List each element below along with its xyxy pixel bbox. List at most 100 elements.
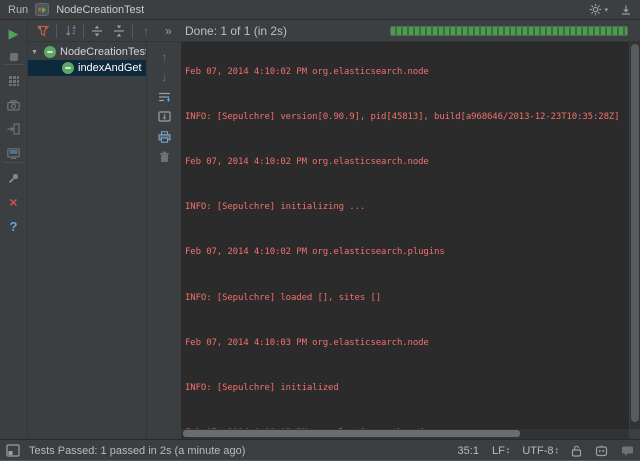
sort-az-icon: ↓ a z bbox=[64, 22, 75, 40]
collapse-all-icon bbox=[113, 25, 125, 37]
toolbar-separator bbox=[4, 64, 23, 65]
test-passed-icon bbox=[62, 62, 74, 74]
soft-wrap-button[interactable] bbox=[148, 88, 181, 106]
selector-down-arrow: ▾ bbox=[507, 451, 510, 455]
console-log-line: Feb 07, 2014 4:10:02 PM org.elasticsearc… bbox=[185, 247, 628, 258]
toolbar-separator bbox=[56, 24, 57, 38]
caret-position-widget[interactable]: 35:1 bbox=[458, 445, 479, 457]
console-log-line: Feb 07, 2014 4:10:02 PM org.elasticsearc… bbox=[185, 67, 628, 78]
console-log-line: INFO: [Sepulchre] loaded [], sites [] bbox=[185, 293, 628, 304]
lock-icon[interactable] bbox=[571, 445, 582, 457]
pin-tab-button[interactable] bbox=[0, 168, 27, 188]
close-icon: × bbox=[9, 195, 17, 209]
stop-icon bbox=[8, 51, 20, 63]
selector-arrows-icon: ▴ ▾ bbox=[555, 447, 558, 455]
monitor-icon bbox=[7, 148, 20, 159]
vertical-scrollbar-thumb[interactable] bbox=[631, 44, 639, 422]
console-horizontal-scrollbar[interactable] bbox=[181, 429, 629, 439]
expand-arrow-icon[interactable]: ▼ bbox=[31, 49, 44, 56]
run-tab-label[interactable]: Run bbox=[8, 4, 28, 16]
chevron-double-right-icon: » bbox=[165, 25, 171, 37]
thread-dump-button[interactable] bbox=[0, 95, 27, 115]
up-arrow-icon: ↑ bbox=[162, 51, 168, 63]
toolwindow-settings-button[interactable]: ▾ bbox=[589, 3, 608, 16]
printer-icon bbox=[158, 131, 171, 143]
toolwindow-toggle-icon[interactable] bbox=[6, 444, 20, 457]
run-configuration-icon bbox=[35, 3, 49, 16]
pin-icon bbox=[8, 172, 20, 184]
scroll-to-end-button[interactable] bbox=[148, 108, 181, 126]
test-status-text: Done: 1 of 1 (in 2s) bbox=[185, 24, 287, 38]
expand-all-button[interactable] bbox=[86, 21, 108, 41]
line-separator-widget[interactable]: LF ▴ ▾ bbox=[492, 445, 509, 457]
console-log-line: Feb 07, 2014 4:10:02 PM org.elasticsearc… bbox=[185, 157, 628, 168]
console-log-line: Feb 07, 2014 4:10:03 PM org.elasticsearc… bbox=[185, 338, 628, 349]
help-button[interactable]: ? bbox=[0, 216, 27, 236]
expand-all-icon bbox=[91, 25, 103, 37]
encoding-value: UTF-8 bbox=[522, 445, 553, 457]
up-stacktrace-button[interactable]: ↑ bbox=[148, 48, 181, 66]
sort-down-arrow: ↓ bbox=[64, 22, 72, 40]
run-config-name: NodeCreationTest bbox=[56, 4, 144, 16]
help-icon: ? bbox=[10, 220, 18, 233]
test-tree-item[interactable]: ▼ NodeCreationTest (d bbox=[28, 44, 146, 60]
grid-icon bbox=[8, 75, 20, 87]
gear-icon bbox=[589, 3, 602, 16]
encoding-widget[interactable]: UTF-8 ▴ ▾ bbox=[522, 445, 558, 457]
close-button[interactable]: × bbox=[0, 192, 27, 212]
console-log-line: INFO: [Sepulchre] initialized bbox=[185, 383, 628, 394]
selector-down-arrow: ▾ bbox=[555, 451, 558, 455]
console-log-line: INFO: [Sepulchre] initializing ... bbox=[185, 202, 628, 213]
status-bar: Tests Passed: 1 passed in 2s (a minute a… bbox=[0, 439, 640, 461]
test-passed-icon bbox=[44, 46, 56, 58]
test-name-label: NodeCreationTest bbox=[60, 46, 147, 58]
filter-funnel-icon bbox=[37, 25, 49, 37]
down-stacktrace-button[interactable]: ↓ bbox=[148, 68, 181, 86]
console-output-panel[interactable]: Feb 07, 2014 4:10:02 PM org.elasticsearc… bbox=[181, 42, 640, 439]
test-name-label: indexAndGet bbox=[78, 62, 142, 74]
notification-bubble-icon[interactable] bbox=[621, 445, 634, 457]
up-arrow-icon: ↑ bbox=[143, 25, 149, 37]
test-tree-panel[interactable]: ▼ NodeCreationTest (d indexAndGet bbox=[28, 42, 147, 439]
restore-layout-button[interactable] bbox=[0, 143, 27, 163]
soft-wrap-icon bbox=[158, 91, 171, 103]
scroll-to-end-icon bbox=[158, 111, 171, 123]
sort-letter-z: z bbox=[72, 31, 75, 36]
line-separator-value: LF bbox=[492, 445, 505, 457]
collapse-all-button[interactable] bbox=[108, 21, 130, 41]
gear-dropdown-arrow-icon: ▾ bbox=[604, 6, 608, 14]
console-log-line: INFO: [Sepulchre] version[0.90.9], pid[4… bbox=[185, 112, 628, 123]
sort-alphabetically-button[interactable]: ↓ a z bbox=[59, 21, 81, 41]
toolbar-separator bbox=[4, 162, 23, 163]
print-button[interactable] bbox=[148, 128, 181, 146]
hector-inspector-icon[interactable] bbox=[595, 445, 608, 457]
trash-icon bbox=[159, 151, 170, 163]
test-runner-toolbar: ↓ a z ↑ » Done: 1 of 1 (in 2s) bbox=[28, 20, 640, 42]
status-message[interactable]: Tests Passed: 1 passed in 2s (a minute a… bbox=[29, 445, 245, 457]
run-panel-left-toolbar: ▶ bbox=[0, 20, 28, 439]
hide-passed-filter-button[interactable] bbox=[32, 21, 54, 41]
down-arrow-icon: ↓ bbox=[162, 71, 168, 83]
hide-toolwindow-icon[interactable] bbox=[620, 4, 632, 16]
toolbar-overflow-button[interactable]: » bbox=[157, 21, 179, 41]
horizontal-scrollbar-thumb[interactable] bbox=[183, 430, 520, 437]
clear-console-button[interactable] bbox=[148, 148, 181, 166]
console-vertical-scrollbar[interactable] bbox=[629, 42, 640, 429]
test-tree-item[interactable]: indexAndGet bbox=[28, 60, 146, 76]
toolbar-separator bbox=[83, 24, 84, 38]
console-toolbar: ↑ ↓ bbox=[148, 42, 181, 439]
test-progress-bar bbox=[390, 26, 628, 36]
tool-window-titlebar: Run NodeCreationTest ▾ bbox=[0, 0, 640, 20]
config-green-arrow bbox=[42, 7, 46, 13]
console-log-text: Feb 07, 2014 4:10:02 PM org.elasticsearc… bbox=[185, 44, 628, 429]
detach-button[interactable] bbox=[0, 119, 27, 139]
scrollbar-corner bbox=[629, 429, 640, 439]
rerun-play-icon: ▶ bbox=[9, 27, 19, 40]
rerun-button[interactable]: ▶ bbox=[0, 23, 27, 43]
toolbar-separator bbox=[132, 24, 133, 38]
progress-fill bbox=[391, 27, 627, 35]
camera-icon bbox=[7, 100, 20, 111]
door-arrow-icon bbox=[7, 123, 20, 135]
suspend-button[interactable] bbox=[0, 71, 27, 91]
previous-occurrence-button[interactable]: ↑ bbox=[135, 21, 157, 41]
